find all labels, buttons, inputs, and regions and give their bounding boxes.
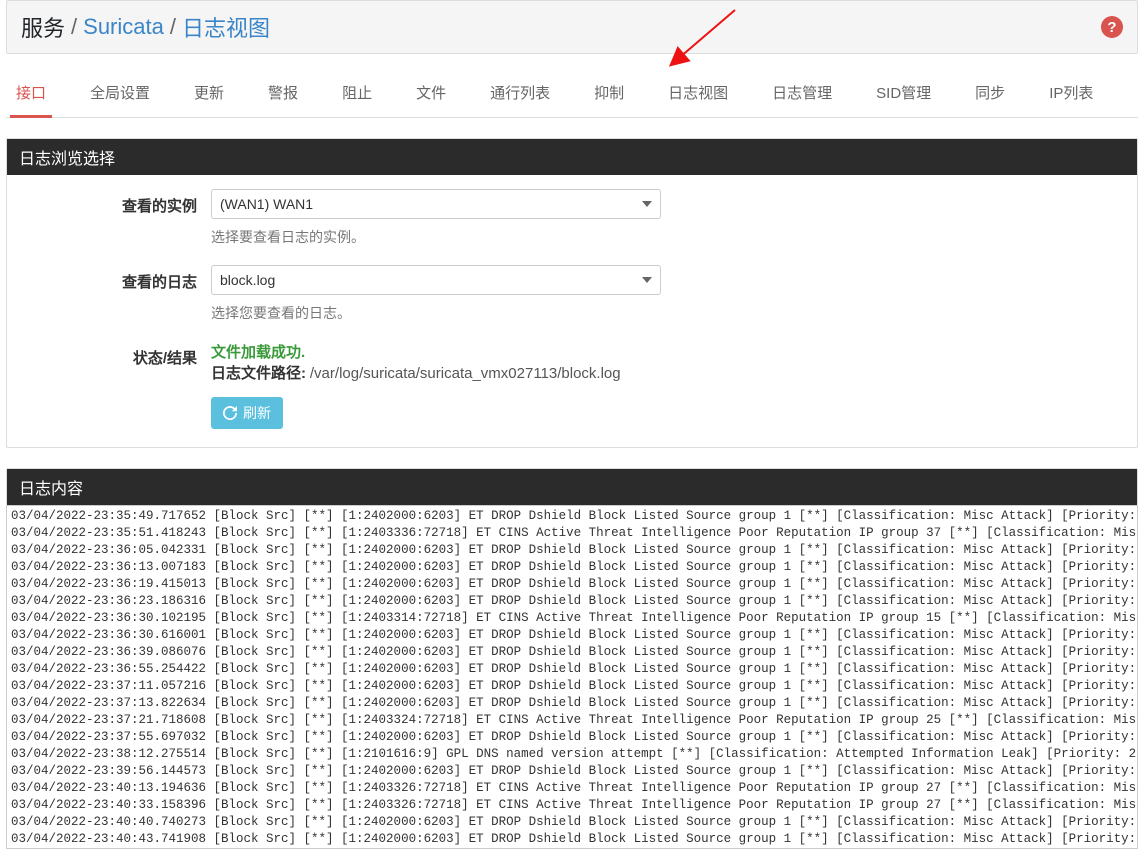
- breadcrumb: 服务 / Suricata / 日志视图: [21, 11, 270, 43]
- label-instance: 查看的实例: [21, 189, 211, 216]
- tab-sync[interactable]: 同步: [971, 72, 1009, 117]
- tab-interfaces[interactable]: 接口: [12, 72, 50, 117]
- breadcrumb-sep: /: [170, 14, 176, 40]
- log-line: 03/04/2022-23:40:40.740273 [Block Src] […: [11, 814, 1133, 831]
- tab-files[interactable]: 文件: [412, 72, 450, 117]
- row-log: 查看的日志 block.log 选择您要查看的日志。: [21, 265, 1123, 323]
- breadcrumb-page[interactable]: 日志视图: [182, 11, 270, 43]
- log-line: 03/04/2022-23:38:12.275514 [Block Src] […: [11, 746, 1133, 763]
- log-line: 03/04/2022-23:36:13.007183 [Block Src] […: [11, 559, 1133, 576]
- status-success: 文件加载成功.: [211, 341, 1123, 362]
- log-line: 03/04/2022-23:37:55.697032 [Block Src] […: [11, 729, 1133, 746]
- log-line: 03/04/2022-23:36:19.415013 [Block Src] […: [11, 576, 1133, 593]
- log-line: 03/04/2022-23:36:55.254422 [Block Src] […: [11, 661, 1133, 678]
- log-line: 03/04/2022-23:35:49.717652 [Block Src] […: [11, 508, 1133, 525]
- log-line: 03/04/2022-23:35:51.418243 [Block Src] […: [11, 525, 1133, 542]
- row-status: 状态/结果 文件加载成功. 日志文件路径: /var/log/suricata/…: [21, 341, 1123, 429]
- log-path-label: 日志文件路径:: [211, 365, 306, 382]
- breadcrumb-service[interactable]: Suricata: [83, 14, 164, 40]
- log-line: 03/04/2022-23:39:56.144573 [Block Src] […: [11, 763, 1133, 780]
- log-content-box[interactable]: 03/04/2022-23:35:49.717652 [Block Src] […: [6, 505, 1138, 849]
- log-line: 03/04/2022-23:36:30.102195 [Block Src] […: [11, 610, 1133, 627]
- row-instance: 查看的实例 (WAN1) WAN1 选择要查看日志的实例。: [21, 189, 1123, 247]
- tab-alerts[interactable]: 警报: [264, 72, 302, 117]
- breadcrumb-sep: /: [71, 14, 77, 40]
- log-line: 03/04/2022-23:36:39.086076 [Block Src] […: [11, 644, 1133, 661]
- refresh-icon: [223, 406, 237, 420]
- panel-log-content-header: 日志内容: [7, 469, 1137, 505]
- page-header: 服务 / Suricata / 日志视图 ?: [6, 0, 1138, 54]
- help-icon[interactable]: ?: [1101, 16, 1123, 38]
- select-log[interactable]: block.log: [211, 265, 661, 295]
- refresh-button-label: 刷新: [243, 403, 271, 423]
- panel-log-browse-header: 日志浏览选择: [7, 139, 1137, 175]
- tab-global-settings[interactable]: 全局设置: [86, 72, 154, 117]
- log-line: 03/04/2022-23:37:21.718608 [Block Src] […: [11, 712, 1133, 729]
- tab-log-view[interactable]: 日志视图: [664, 72, 732, 117]
- tab-log-mgmt[interactable]: 日志管理: [768, 72, 836, 117]
- log-line: 03/04/2022-23:40:33.158396 [Block Src] […: [11, 797, 1133, 814]
- breadcrumb-root: 服务: [21, 11, 65, 43]
- tab-bar: 接口全局设置更新警报阻止文件通行列表抑制日志视图日志管理 SID管理同步 IP列表: [6, 72, 1138, 118]
- label-status: 状态/结果: [21, 341, 211, 368]
- tab-updates[interactable]: 更新: [190, 72, 228, 117]
- panel-log-browse: 日志浏览选择 查看的实例 (WAN1) WAN1 选择要查看日志的实例。 查看的…: [6, 138, 1138, 448]
- log-line: 03/04/2022-23:36:05.042331 [Block Src] […: [11, 542, 1133, 559]
- tab-ip-lists[interactable]: IP列表: [1045, 72, 1097, 117]
- log-line: 03/04/2022-23:37:13.822634 [Block Src] […: [11, 695, 1133, 712]
- panel-log-browse-body: 查看的实例 (WAN1) WAN1 选择要查看日志的实例。 查看的日志 bloc…: [7, 175, 1137, 447]
- tab-sid-mgmt[interactable]: SID管理: [872, 72, 935, 117]
- helper-log: 选择您要查看的日志。: [211, 303, 1123, 323]
- log-line: 03/04/2022-23:36:30.616001 [Block Src] […: [11, 627, 1133, 644]
- log-line: 03/04/2022-23:40:13.194636 [Block Src] […: [11, 780, 1133, 797]
- log-line: 03/04/2022-23:37:11.057216 [Block Src] […: [11, 678, 1133, 695]
- panel-log-content: 日志内容: [6, 468, 1138, 505]
- label-log: 查看的日志: [21, 265, 211, 292]
- tab-blocks[interactable]: 阻止: [338, 72, 376, 117]
- tab-passlists[interactable]: 通行列表: [486, 72, 554, 117]
- tab-suppress[interactable]: 抑制: [590, 72, 628, 117]
- refresh-button[interactable]: 刷新: [211, 397, 283, 429]
- select-instance[interactable]: (WAN1) WAN1: [211, 189, 661, 219]
- log-line: 03/04/2022-23:40:43.741908 [Block Src] […: [11, 831, 1133, 848]
- log-line: 03/04/2022-23:36:23.186316 [Block Src] […: [11, 593, 1133, 610]
- helper-instance: 选择要查看日志的实例。: [211, 227, 1123, 247]
- log-path-value: /var/log/suricata/suricata_vmx027113/blo…: [310, 365, 621, 382]
